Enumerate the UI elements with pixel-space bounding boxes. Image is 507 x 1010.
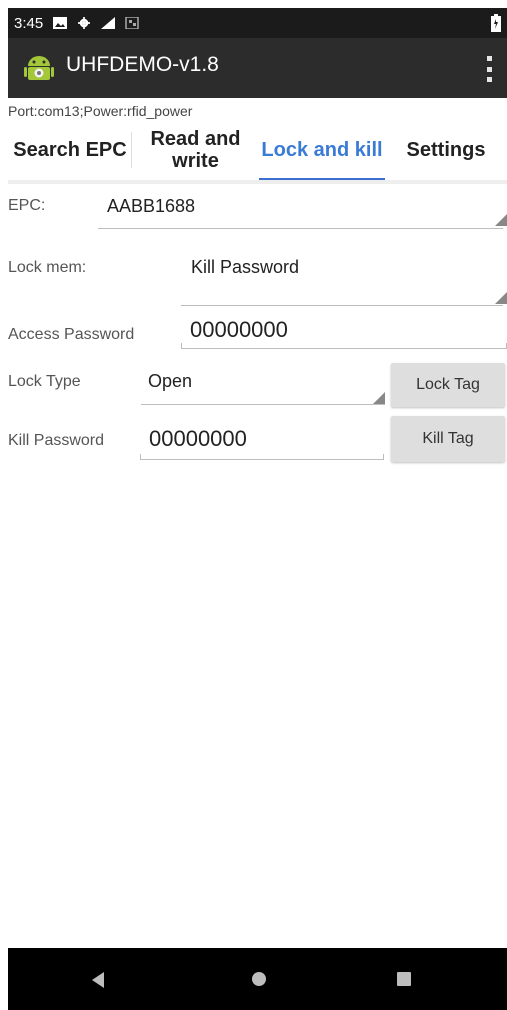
- lock-mem-value: Kill Password: [191, 257, 300, 277]
- app-title: UHFDEMO-v1.8: [66, 53, 219, 76]
- access-password-label: Access Password: [8, 326, 135, 343]
- kill-tag-button[interactable]: Kill Tag: [391, 416, 505, 462]
- android-robot-icon: [24, 52, 54, 84]
- tab-read-write[interactable]: Read and write: [132, 120, 259, 180]
- app-screen: 3:45 UHFDEMO-v1.8 Port:com13;Power:rfid_…: [8, 8, 507, 1010]
- tab-label: Search EPC: [13, 139, 127, 161]
- port-info: Port:com13;Power:rfid_power: [8, 103, 193, 119]
- epc-spinner[interactable]: AABB1688: [98, 188, 507, 228]
- access-password-underline: [181, 348, 507, 349]
- battery-icon: [491, 14, 501, 32]
- lock-mem-spinner[interactable]: Kill Password: [181, 248, 507, 306]
- status-bar: 3:45: [8, 8, 507, 38]
- signal-icon: [101, 17, 116, 29]
- back-icon[interactable]: [92, 972, 104, 988]
- tab-label: Settings: [406, 139, 486, 161]
- kill-password-value: 00000000: [149, 426, 247, 451]
- app-bar: UHFDEMO-v1.8: [8, 38, 507, 98]
- image-icon: [53, 17, 68, 29]
- input-tick: [140, 454, 141, 459]
- kill-password-label: Kill Password: [8, 432, 105, 449]
- lock-type-spinner[interactable]: Open: [141, 365, 385, 405]
- tab-lock-kill[interactable]: Lock and kill: [259, 120, 385, 182]
- tab-divider-line: [8, 180, 507, 184]
- epc-label: EPC:: [8, 197, 46, 214]
- tab-label: Read and write: [150, 128, 241, 172]
- access-password-value: 00000000: [190, 317, 288, 342]
- dropdown-arrow-icon: [495, 214, 507, 226]
- tab-settings[interactable]: Settings: [385, 120, 507, 180]
- lock-type-value: Open: [148, 371, 193, 391]
- dropdown-arrow-icon: [373, 392, 385, 404]
- lock-type-underline: [141, 404, 385, 405]
- lock-mem-label: Lock mem:: [8, 259, 87, 276]
- home-icon[interactable]: [252, 972, 266, 986]
- navigation-bar: [8, 948, 507, 1010]
- input-tick: [181, 343, 182, 348]
- epc-underline: [98, 228, 503, 229]
- kill-password-input[interactable]: 00000000: [140, 418, 384, 460]
- tab-search-epc[interactable]: Search EPC: [8, 120, 132, 180]
- tab-bar: Search EPC Read and write Lock and kill …: [8, 120, 507, 182]
- status-time: 3:45: [14, 14, 44, 32]
- qr-icon: [125, 17, 139, 29]
- access-password-input[interactable]: 00000000: [181, 310, 507, 350]
- settings-icon: [77, 17, 91, 29]
- lock-mem-underline: [181, 305, 503, 306]
- recents-icon[interactable]: [397, 972, 411, 986]
- input-tick: [383, 454, 384, 459]
- kill-password-underline: [140, 459, 384, 460]
- lock-tag-button[interactable]: Lock Tag: [391, 363, 505, 407]
- epc-value: AABB1688: [107, 196, 196, 216]
- lock-type-label: Lock Type: [8, 373, 81, 390]
- dropdown-arrow-icon: [495, 292, 507, 304]
- overflow-menu-icon[interactable]: [485, 56, 493, 82]
- tab-label: Lock and kill: [261, 139, 383, 161]
